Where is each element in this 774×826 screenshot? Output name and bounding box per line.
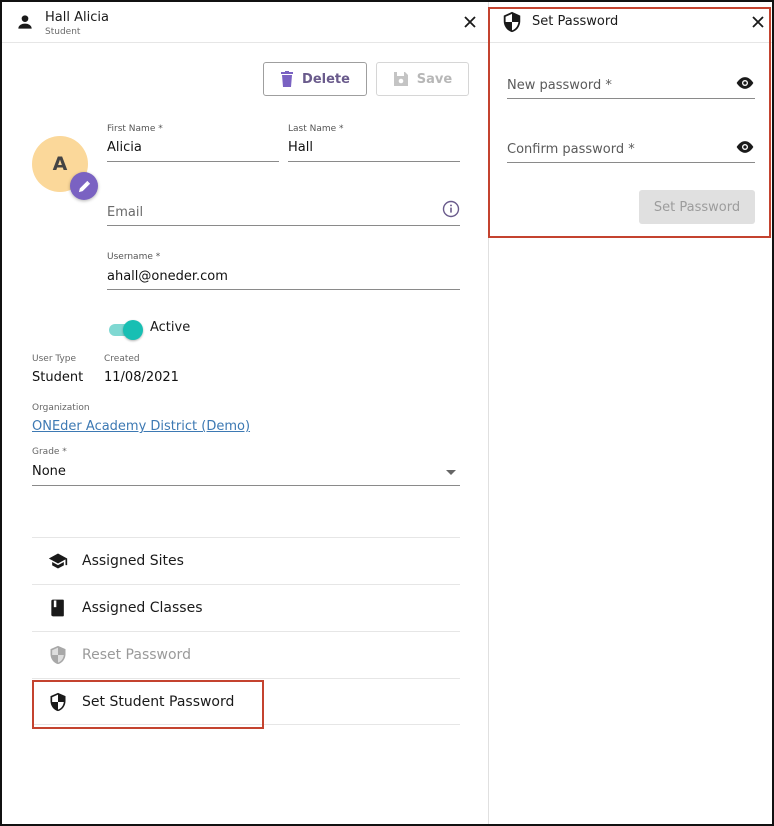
confirm-password-input[interactable]: Confirm password * — [507, 141, 755, 163]
password-panel-title: Set Password — [532, 14, 619, 29]
last-name-value: Hall — [288, 140, 313, 155]
person-icon — [18, 15, 32, 29]
active-toggle[interactable] — [107, 319, 143, 341]
user-panel-header: Hall Alicia Student — [2, 2, 488, 43]
menu-item-assigned-classes[interactable]: Assigned Classes — [32, 584, 460, 631]
save-button[interactable]: Save — [376, 62, 469, 96]
menu-item-label: Assigned Classes — [82, 600, 203, 616]
first-name-label: First Name * — [107, 124, 163, 134]
grade-select[interactable]: None — [32, 464, 460, 486]
user-actions-menu: Assigned Sites Assigned Classes Reset Pa… — [32, 537, 460, 725]
pencil-icon — [78, 180, 90, 192]
username-field[interactable]: Username * ahall@oneder.com — [107, 252, 460, 290]
menu-item-label: Assigned Sites — [82, 553, 184, 569]
user-panel-title: Hall Alicia — [45, 10, 109, 25]
shield-icon — [50, 692, 66, 711]
active-label: Active — [150, 320, 191, 335]
email-placeholder: Email — [107, 205, 144, 220]
toggle-knob — [123, 320, 143, 340]
menu-item-set-student-password[interactable]: Set Student Password — [32, 678, 460, 725]
created-value: 11/08/2021 — [104, 370, 179, 385]
user-detail-panel: Hall Alicia Student Delete Save A First … — [2, 2, 488, 824]
last-name-label: Last Name * — [288, 124, 344, 134]
set-password-button[interactable]: Set Password — [639, 190, 755, 224]
grade-label: Grade * — [32, 447, 67, 457]
info-icon[interactable] — [442, 200, 460, 218]
caret-down-icon — [446, 470, 456, 475]
eye-icon[interactable] — [735, 73, 755, 93]
save-label: Save — [416, 71, 453, 87]
new-password-input[interactable]: New password * — [507, 77, 755, 99]
user-type-value: Student — [32, 370, 84, 385]
menu-item-label: Reset Password — [82, 647, 191, 663]
floppy-icon — [393, 72, 408, 86]
eye-icon[interactable] — [735, 137, 755, 157]
organization-label: Organization — [32, 403, 90, 413]
user-panel-subtitle: Student — [45, 27, 81, 37]
close-icon[interactable] — [750, 14, 766, 30]
menu-item-label: Set Student Password — [82, 693, 235, 710]
edit-avatar-button[interactable] — [70, 172, 98, 200]
first-name-field[interactable]: First Name * Alicia — [107, 124, 279, 162]
created-label: Created — [104, 354, 140, 364]
confirm-password-placeholder: Confirm password * — [507, 142, 635, 157]
last-name-field[interactable]: Last Name * Hall — [288, 124, 460, 162]
grade-value: None — [32, 464, 66, 479]
school-icon — [48, 553, 68, 569]
user-type-label: User Type — [32, 354, 77, 364]
delete-label: Delete — [302, 71, 350, 87]
username-value: ahall@oneder.com — [107, 269, 228, 284]
set-password-panel: Set Password New password * Confirm pass… — [488, 2, 772, 824]
first-name-value: Alicia — [107, 140, 142, 155]
close-icon[interactable] — [462, 14, 478, 30]
shield-icon — [50, 645, 66, 665]
organization-link[interactable]: ONEder Academy District (Demo) — [32, 419, 250, 434]
delete-button[interactable]: Delete — [263, 62, 367, 96]
email-field[interactable]: Email — [107, 198, 460, 226]
password-panel-header: Set Password — [489, 2, 772, 43]
menu-item-reset-password[interactable]: Reset Password — [32, 631, 460, 678]
trash-icon — [281, 71, 294, 87]
shield-icon — [503, 11, 521, 33]
username-label: Username * — [107, 252, 161, 262]
menu-item-assigned-sites[interactable]: Assigned Sites — [32, 537, 460, 584]
book-icon — [51, 599, 64, 617]
new-password-placeholder: New password * — [507, 78, 612, 93]
